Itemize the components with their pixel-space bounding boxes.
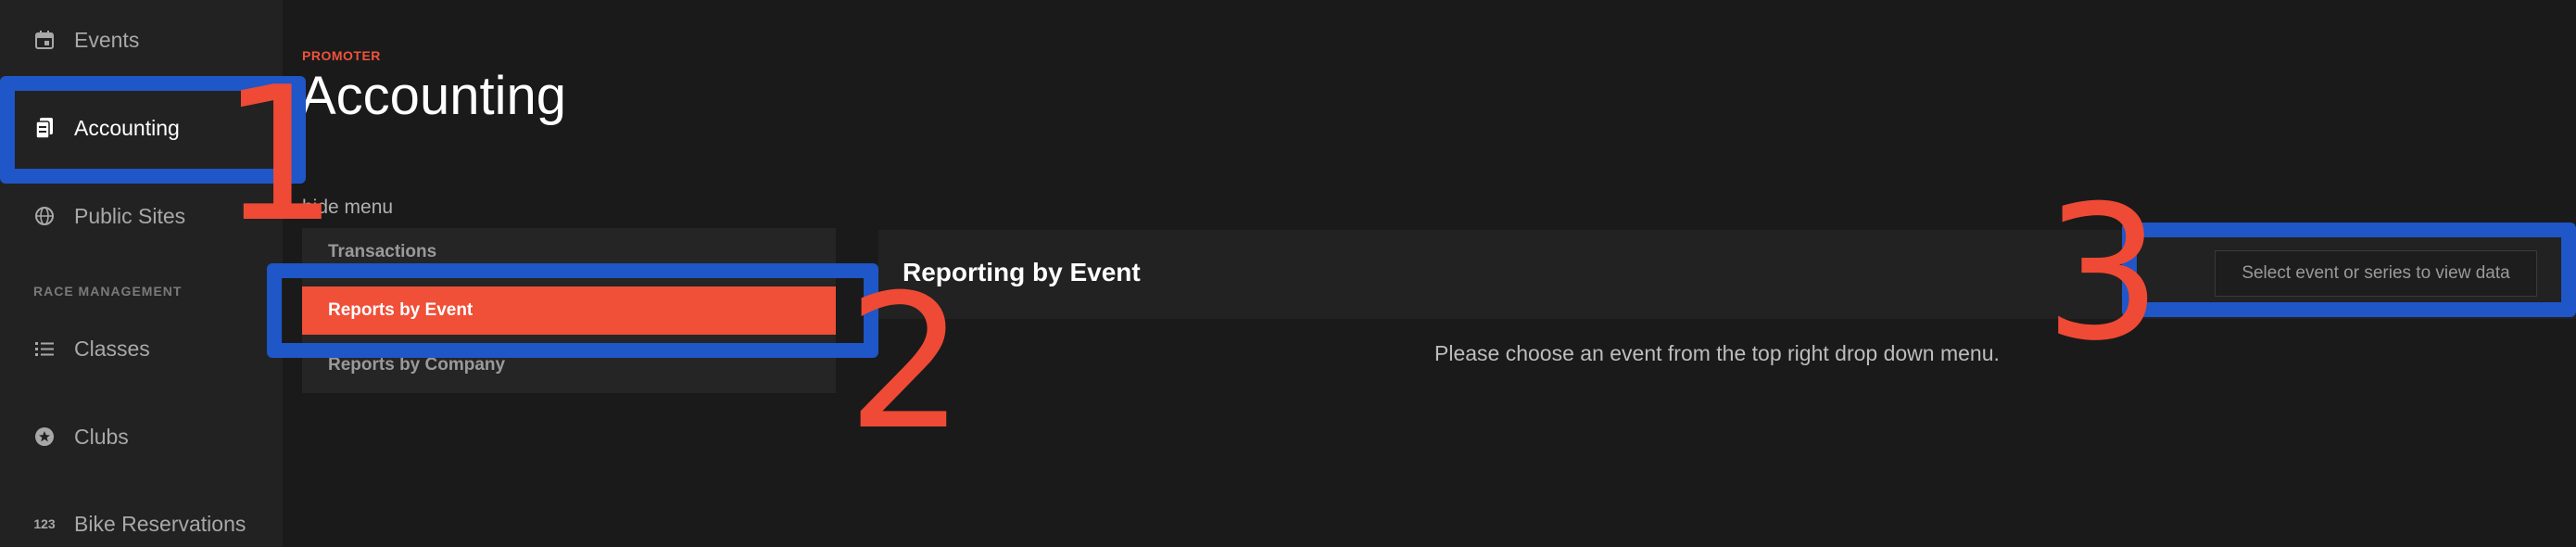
sidebar-item-label: Bike Reservations bbox=[74, 511, 246, 536]
sidebar-item-clubs[interactable]: Clubs bbox=[32, 413, 129, 460]
sidebar-item-label: Classes bbox=[74, 336, 150, 361]
annotation-box-3 bbox=[2122, 223, 2576, 317]
number-icon: 123 bbox=[33, 516, 56, 531]
sidebar-item-bike-reservations[interactable]: 123 Bike Reservations bbox=[32, 501, 246, 547]
annotation-number-2: 2 bbox=[847, 255, 966, 471]
sidebar-item-public-sites[interactable]: Public Sites bbox=[32, 193, 185, 239]
sidebar-item-label: Events bbox=[74, 27, 140, 52]
sidebar-item-label: Public Sites bbox=[74, 203, 186, 228]
annotation-box-2 bbox=[267, 263, 878, 358]
sidebar-item-classes[interactable]: Classes bbox=[32, 325, 150, 372]
annotation-number-3: 3 bbox=[2044, 166, 2163, 382]
calendar-icon bbox=[32, 27, 57, 53]
sidebar-item-events[interactable]: Events bbox=[32, 17, 139, 63]
sidebar-section-label: RACE MANAGEMENT bbox=[33, 284, 183, 299]
annotation-number-1: 1 bbox=[221, 47, 339, 263]
star-badge-icon bbox=[32, 424, 57, 450]
sidebar-item-label: Clubs bbox=[74, 424, 129, 449]
page-title: Accounting bbox=[300, 66, 566, 126]
list-icon bbox=[32, 336, 57, 362]
empty-state-message: Please choose an event from the top righ… bbox=[1434, 341, 2000, 365]
globe-icon bbox=[32, 203, 57, 229]
